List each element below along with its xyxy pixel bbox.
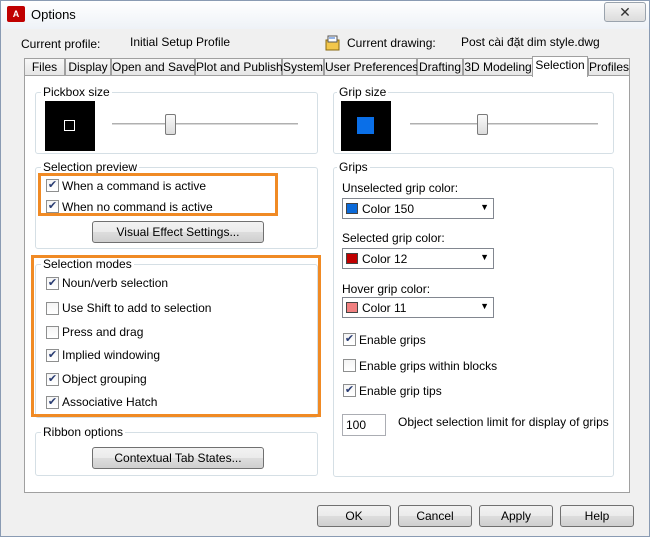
cancel-button[interactable]: Cancel xyxy=(398,505,472,527)
label-enable-grips: Enable grips xyxy=(359,333,426,347)
label-press-and-drag: Press and drag xyxy=(62,325,144,339)
drawing-file-icon xyxy=(325,35,340,51)
label-use-shift: Use Shift to add to selection xyxy=(62,301,212,315)
ok-button[interactable]: OK xyxy=(317,505,391,527)
checkbox-noun-verb-selection[interactable]: ✔ xyxy=(46,277,59,290)
checkbox-no-command-active[interactable]: ✔ xyxy=(46,200,59,213)
pickbox-preview xyxy=(45,101,95,151)
label-associative-hatch: Associative Hatch xyxy=(62,395,158,409)
unselected-grip-color-value: Color 150 xyxy=(362,202,415,216)
visual-effect-settings-button[interactable]: Visual Effect Settings... xyxy=(92,221,264,243)
pickbox-square xyxy=(64,120,75,131)
check-icon: ✔ xyxy=(47,373,58,385)
checkbox-press-and-drag[interactable] xyxy=(46,326,59,339)
grip-object-limit-input[interactable]: 100 xyxy=(342,414,386,436)
chevron-down-icon: ▼ xyxy=(480,252,489,262)
label-enable-grip-tips: Enable grip tips xyxy=(359,384,442,398)
unselected-grip-color-select[interactable]: Color 150 ▼ xyxy=(342,198,494,219)
color-swatch xyxy=(346,253,358,264)
selection-modes-label: Selection modes xyxy=(41,257,134,271)
tab-system[interactable]: System xyxy=(282,58,324,76)
pickbox-size-label: Pickbox size xyxy=(41,85,112,99)
hover-grip-color-value: Color 11 xyxy=(362,301,407,315)
color-swatch xyxy=(346,203,358,214)
label-implied-windowing: Implied windowing xyxy=(62,348,161,362)
ribbon-options-label: Ribbon options xyxy=(41,425,126,439)
label-noun-verb-selection: Noun/verb selection xyxy=(62,276,169,290)
grip-object-limit-label: Object selection limit for display of gr… xyxy=(398,415,609,429)
checkbox-associative-hatch[interactable]: ✔ xyxy=(46,396,59,409)
tab-files[interactable]: Files xyxy=(24,58,65,76)
current-profile-value: Initial Setup Profile xyxy=(130,35,231,49)
pickbox-slider-track[interactable] xyxy=(112,123,298,126)
checkbox-use-shift[interactable] xyxy=(46,302,59,315)
pickbox-slider-thumb[interactable] xyxy=(165,114,176,135)
checkbox-enable-grips-within-blocks[interactable] xyxy=(343,359,356,372)
tab-profiles[interactable]: Profiles xyxy=(588,58,630,76)
check-icon: ✔ xyxy=(47,200,58,212)
chevron-down-icon: ▼ xyxy=(480,301,489,311)
grip-preview-square xyxy=(357,117,374,134)
chevron-down-icon: ▼ xyxy=(480,202,489,212)
tab-plot-and-publish[interactable]: Plot and Publish xyxy=(195,58,283,76)
hover-grip-color-select[interactable]: Color 11 ▼ xyxy=(342,297,494,318)
tab-display[interactable]: Display xyxy=(65,58,111,76)
grip-size-preview xyxy=(341,101,391,151)
help-button[interactable]: Help xyxy=(560,505,634,527)
selected-grip-color-value: Color 12 xyxy=(362,252,408,266)
checkbox-command-active[interactable]: ✔ xyxy=(46,179,59,192)
grip-size-label: Grip size xyxy=(337,85,389,99)
hover-grip-color-label: Hover grip color: xyxy=(342,282,431,296)
current-profile-label: Current profile: xyxy=(21,37,101,51)
check-icon: ✔ xyxy=(47,179,58,191)
tab-user-preferences[interactable]: User Preferences xyxy=(324,58,418,76)
checkbox-implied-windowing[interactable]: ✔ xyxy=(46,349,59,362)
grip-size-slider-track[interactable] xyxy=(410,123,598,126)
check-icon: ✔ xyxy=(344,384,355,396)
autocad-app-icon: A xyxy=(7,6,25,22)
selected-grip-color-label: Selected grip color: xyxy=(342,231,445,245)
contextual-tab-states-button[interactable]: Contextual Tab States... xyxy=(92,447,264,469)
check-icon: ✔ xyxy=(47,396,58,408)
tab-drafting[interactable]: Drafting xyxy=(417,58,463,76)
tab-open-and-save[interactable]: Open and Save xyxy=(111,58,195,76)
options-dialog: A Options ✕ Current profile: Initial Set… xyxy=(0,0,650,537)
color-swatch xyxy=(346,302,358,313)
selected-grip-color-select[interactable]: Color 12 ▼ xyxy=(342,248,494,269)
tab-3d-modeling[interactable]: 3D Modeling xyxy=(463,58,533,76)
label-object-grouping: Object grouping xyxy=(62,372,147,386)
checkbox-object-grouping[interactable]: ✔ xyxy=(46,373,59,386)
close-button[interactable]: ✕ xyxy=(604,2,646,22)
checkbox-enable-grips[interactable]: ✔ xyxy=(343,333,356,346)
apply-button[interactable]: Apply xyxy=(479,505,553,527)
selection-preview-label: Selection preview xyxy=(41,160,140,174)
label-enable-grips-within-blocks: Enable grips within blocks xyxy=(359,359,498,373)
grips-label: Grips xyxy=(337,160,370,174)
label-command-active: When a command is active xyxy=(62,179,207,193)
tab-selection[interactable]: Selection xyxy=(532,56,588,77)
checkbox-enable-grip-tips[interactable]: ✔ xyxy=(343,384,356,397)
close-icon: ✕ xyxy=(619,4,631,20)
check-icon: ✔ xyxy=(344,333,355,345)
window-title: Options xyxy=(31,7,76,22)
label-no-command-active: When no command is active xyxy=(62,200,213,214)
tab-bar: Files Display Open and Save Plot and Pub… xyxy=(1,56,650,77)
grip-size-slider-thumb[interactable] xyxy=(477,114,488,135)
current-drawing-label: Current drawing: xyxy=(347,36,436,50)
check-icon: ✔ xyxy=(47,349,58,361)
check-icon: ✔ xyxy=(47,277,58,289)
unselected-grip-color-label: Unselected grip color: xyxy=(342,181,459,195)
current-drawing-value: Post cài đặt dim style.dwg xyxy=(461,35,600,49)
title-bar: A Options ✕ xyxy=(1,1,649,29)
